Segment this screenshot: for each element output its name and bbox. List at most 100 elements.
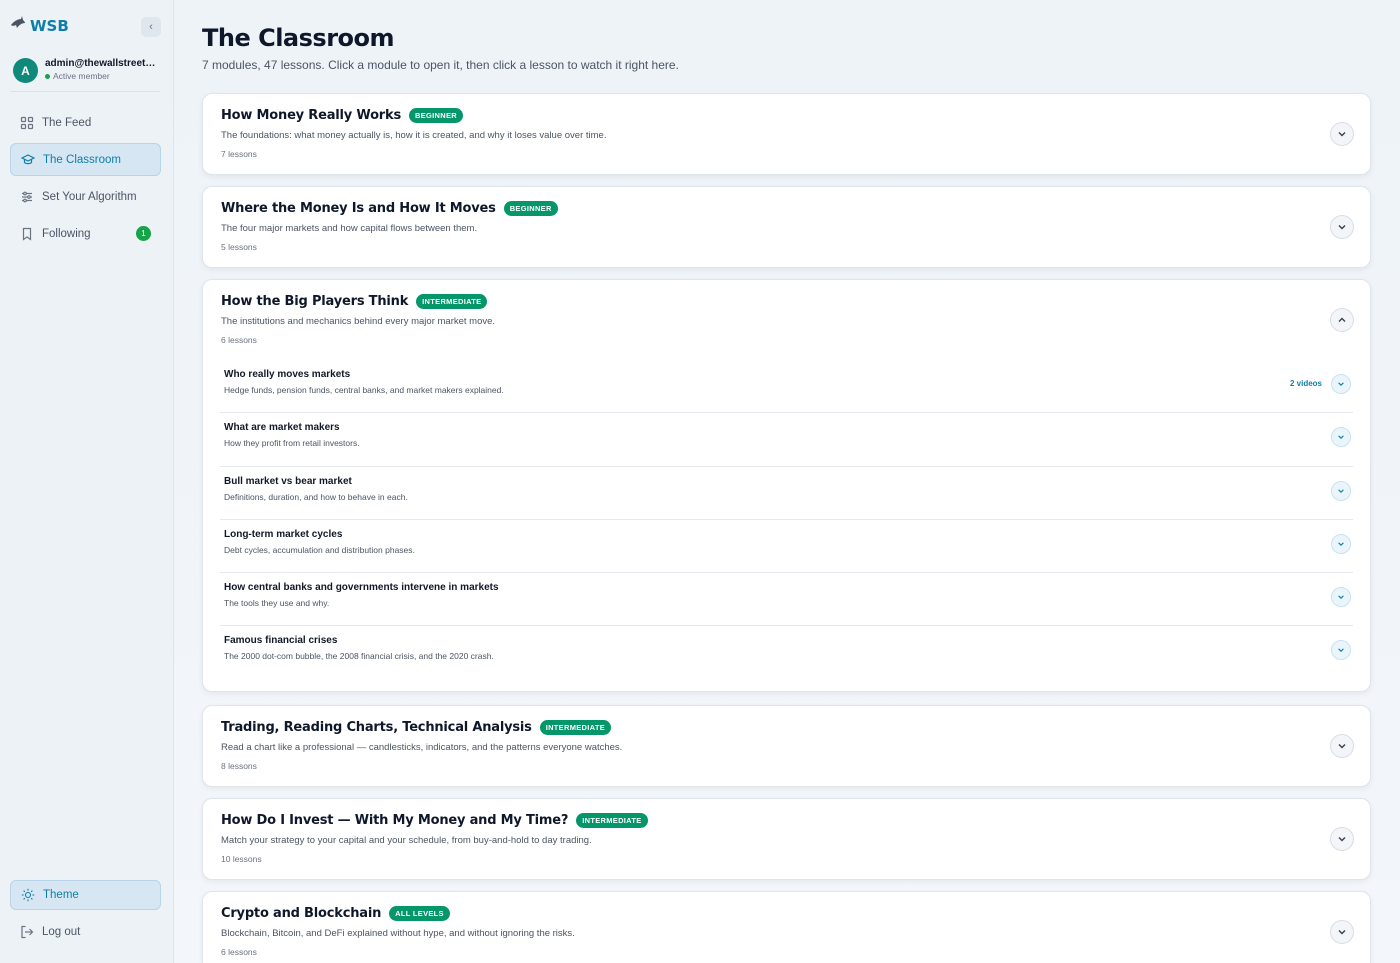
brand[interactable]: WSB	[10, 16, 69, 35]
following-count-badge: 1	[136, 226, 151, 241]
module-description: The four major markets and how capital f…	[221, 223, 478, 234]
main-content: The Classroom 7 modules, 47 lessons. Cli…	[202, 0, 1371, 963]
module-description: The institutions and mechanics behind ev…	[221, 316, 496, 327]
chevron-down-icon	[1338, 382, 1344, 386]
module-header[interactable]: Crypto and Blockchain ALL LEVELS Blockch…	[203, 892, 1370, 963]
page-subtitle: 7 modules, 47 lessons. Click a module to…	[202, 58, 679, 72]
grid-icon	[20, 116, 34, 130]
brand-name: WSB	[30, 16, 69, 35]
sidebar-item-classroom[interactable]: The Classroom	[10, 143, 161, 176]
module-title: Crypto and Blockchain	[221, 906, 382, 921]
expand-module-button[interactable]	[1330, 734, 1354, 758]
module-card[interactable]: How Do I Invest — With My Money and My T…	[202, 798, 1371, 880]
lesson-description: Hedge funds, pension funds, central bank…	[224, 385, 504, 395]
module-description: Blockchain, Bitcoin, and DeFi explained …	[221, 928, 575, 939]
level-badge: BEGINNER	[503, 201, 558, 216]
lesson-item[interactable]: Famous financial crises The 2000 dot-com…	[220, 626, 1353, 679]
lesson-title: Long-term market cycles	[224, 528, 343, 540]
module-lesson-count: 6 lessons	[221, 335, 257, 345]
expand-module-button[interactable]	[1330, 827, 1354, 851]
theme-button[interactable]: Theme	[10, 880, 161, 910]
chevron-up-icon	[1338, 317, 1346, 322]
module-header[interactable]: How Do I Invest — With My Money and My T…	[203, 799, 1370, 879]
expand-module-button[interactable]	[1330, 122, 1354, 146]
module-lesson-count: 10 lessons	[221, 854, 262, 864]
level-badge: ALL LEVELS	[389, 906, 450, 921]
lesson-title: Bull market vs bear market	[224, 475, 352, 487]
sidebar-nav: The Feed The Classroom Set Your Algorith…	[10, 106, 161, 254]
graduation-cap-icon	[21, 153, 35, 167]
lesson-title: How central banks and governments interv…	[224, 582, 499, 594]
logout-button[interactable]: Log out	[10, 918, 161, 946]
lesson-title: What are market makers	[224, 422, 340, 434]
module-card[interactable]: How Money Really Works BEGINNER The foun…	[202, 93, 1371, 175]
module-title: How Do I Invest — With My Money and My T…	[221, 813, 569, 828]
chevron-down-icon	[1338, 435, 1344, 440]
sidebar-item-feed[interactable]: The Feed	[10, 106, 161, 139]
module-header[interactable]: Trading, Reading Charts, Technical Analy…	[203, 706, 1370, 786]
lesson-description: How they profit from retail investors.	[224, 438, 360, 449]
chevron-down-icon	[1338, 132, 1346, 137]
module-lesson-count: 5 lessons	[221, 242, 257, 252]
user-email: admin@thewallstreetb…	[45, 58, 157, 69]
user-status-label: Active member	[53, 71, 110, 81]
module-card[interactable]: Where the Money Is and How It Moves BEGI…	[202, 186, 1371, 268]
collapse-sidebar-button[interactable]: ‹	[141, 17, 161, 37]
chevron-down-icon	[1338, 595, 1344, 600]
video-count: 2 videos	[1289, 379, 1322, 388]
chevron-down-icon	[1338, 225, 1346, 230]
sidebar-item-algorithm[interactable]: Set Your Algorithm	[10, 180, 161, 213]
lesson-item[interactable]: Who really moves markets Hedge funds, pe…	[220, 360, 1353, 414]
lesson-item[interactable]: What are market makers How they profit f…	[220, 413, 1353, 467]
lesson-list: Who really moves markets Hedge funds, pe…	[220, 360, 1353, 680]
expand-module-button[interactable]	[1330, 920, 1354, 944]
sidebar-item-label: The Classroom	[43, 153, 121, 166]
module-title: How Money Really Works	[221, 108, 401, 123]
module-card-expanded[interactable]: How the Big Players Think INTERMEDIATE T…	[202, 279, 1371, 692]
lesson-description: Debt cycles, accumulation and distributi…	[224, 544, 415, 555]
expand-lesson-button[interactable]	[1331, 480, 1351, 501]
module-lesson-count: 6 lessons	[221, 947, 257, 957]
sidebar-item-label: Following	[42, 227, 91, 240]
chevron-down-icon	[1338, 488, 1344, 493]
collapse-module-button[interactable]	[1330, 308, 1354, 332]
module-lesson-count: 7 lessons	[221, 149, 257, 159]
level-badge: BEGINNER	[409, 108, 463, 123]
sidebar-item-label: The Feed	[42, 116, 92, 129]
chevron-down-icon	[1338, 744, 1346, 749]
module-title: Trading, Reading Charts, Technical Analy…	[221, 720, 532, 735]
lesson-description: Definitions, duration, and how to behave…	[224, 491, 408, 502]
user-card[interactable]: A admin@thewallstreetb… Active member	[10, 52, 160, 92]
level-badge: INTERMEDIATE	[576, 813, 648, 828]
module-header[interactable]: How the Big Players Think INTERMEDIATE T…	[203, 280, 1370, 360]
sidebar-item-following[interactable]: Following 1	[10, 217, 161, 250]
chevron-down-icon	[1338, 837, 1346, 842]
module-header[interactable]: How Money Really Works BEGINNER The foun…	[203, 94, 1370, 174]
module-description: Match your strategy to your capital and …	[221, 835, 592, 846]
lesson-item[interactable]: How central banks and governments interv…	[220, 573, 1353, 627]
module-header[interactable]: Where the Money Is and How It Moves BEGI…	[203, 187, 1370, 267]
module-title: Where the Money Is and How It Moves	[221, 201, 496, 216]
sun-icon	[21, 888, 35, 902]
lesson-item[interactable]: Long-term market cycles Debt cycles, acc…	[220, 520, 1353, 574]
shark-icon	[10, 16, 26, 35]
sidebar-item-label: Set Your Algorithm	[42, 190, 137, 203]
logout-icon	[20, 925, 34, 939]
user-status: Active member	[45, 71, 157, 81]
chevron-down-icon	[1338, 930, 1346, 935]
expand-module-button[interactable]	[1330, 215, 1354, 239]
lesson-title: Who really moves markets	[224, 369, 351, 380]
module-description: The foundations: what money actually is,…	[221, 130, 607, 141]
module-card[interactable]: Crypto and Blockchain ALL LEVELS Blockch…	[202, 891, 1371, 963]
level-badge: INTERMEDIATE	[539, 720, 611, 735]
level-badge: INTERMEDIATE	[416, 294, 488, 309]
theme-label: Theme	[43, 889, 79, 901]
lesson-item[interactable]: Bull market vs bear market Definitions, …	[220, 467, 1353, 520]
sidebar: WSB ‹ A admin@thewallstreetb… Active mem…	[0, 0, 174, 963]
expand-lesson-button[interactable]	[1331, 374, 1351, 394]
bookmark-icon	[20, 227, 34, 241]
sliders-icon	[20, 190, 34, 204]
lesson-description: The tools they use and why.	[224, 598, 330, 609]
expand-lesson-button[interactable]	[1331, 533, 1351, 554]
module-card[interactable]: Trading, Reading Charts, Technical Analy…	[202, 705, 1371, 787]
